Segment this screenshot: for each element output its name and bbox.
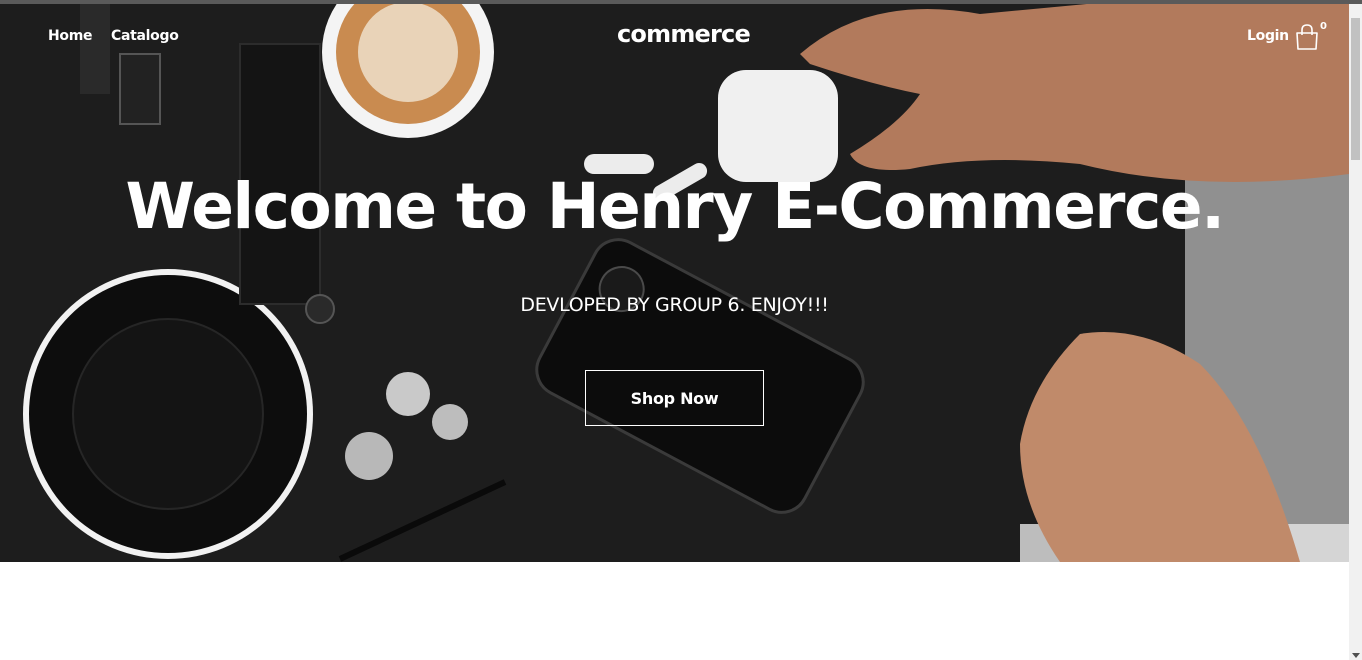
hero-subtitle: DEVLOPED BY GROUP 6. ENJOY!!! bbox=[520, 294, 829, 316]
hero-background-image bbox=[0, 4, 1349, 562]
nav-login-link[interactable]: Login bbox=[1247, 28, 1289, 44]
hero-banner bbox=[0, 4, 1349, 562]
scrollbar-thumb[interactable] bbox=[1351, 18, 1360, 160]
shopping-bag-icon[interactable] bbox=[1295, 24, 1319, 50]
vertical-scrollbar[interactable] bbox=[1349, 4, 1362, 660]
shop-now-button[interactable]: Shop Now bbox=[585, 370, 764, 426]
cart-count-badge: 0 bbox=[1320, 21, 1327, 32]
brand-logo[interactable]: commerce bbox=[617, 20, 751, 48]
hero-title: Welcome to Henry E-Commerce. bbox=[125, 170, 1226, 243]
nav-home-link[interactable]: Home bbox=[48, 28, 93, 44]
nav-catalog-link[interactable]: Catalogo bbox=[111, 28, 179, 44]
top-navigation: Home Catalogo commerce Login 0 bbox=[0, 4, 1349, 68]
scroll-down-arrow-icon[interactable] bbox=[1352, 653, 1360, 658]
